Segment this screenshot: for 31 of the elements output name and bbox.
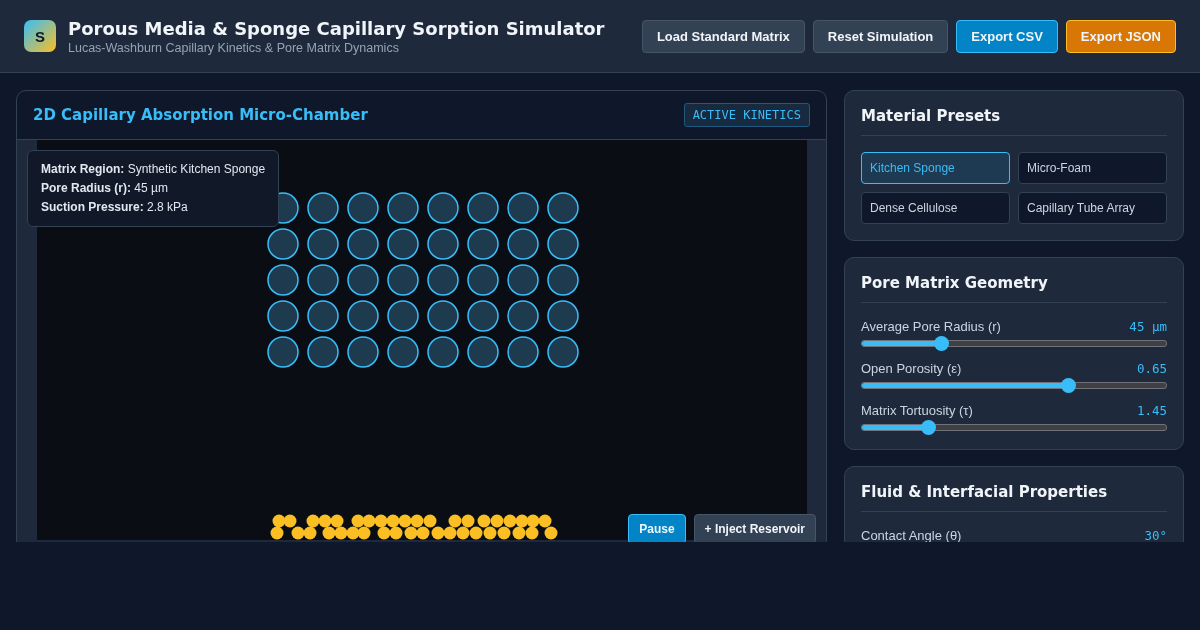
canvas-button[interactable]: + Inject Reservoir	[693, 514, 816, 542]
status-badge: ACTIVE KINETICS	[683, 103, 810, 127]
tooltip-line: Matrix Region: Synthetic Kitchen Sponge	[41, 161, 266, 178]
slider-label: Average Pore Radius (r)	[861, 319, 1001, 334]
card-title: Material Presets	[861, 107, 1167, 136]
preset-button[interactable]: Capillary Tube Array	[1018, 192, 1167, 224]
slider-value: 0.65	[1136, 361, 1167, 376]
app-subtitle: Lucas-Washburn Capillary Kinetics & Pore Matrix Dynamics	[68, 40, 400, 55]
header-button[interactable]: Export CSV	[956, 19, 1058, 53]
canvas-button[interactable]: Pause	[628, 514, 686, 542]
panel-title: 2D Capillary Absorption Micro-Chamber	[33, 106, 368, 124]
header-button[interactable]: Reset Simulation	[812, 19, 949, 53]
tooltip-line: Pore Radius (r): 45 µm	[41, 180, 169, 197]
slider-label: Contact Angle (θ)	[861, 528, 962, 542]
app-logo: S	[24, 20, 56, 52]
card-title: Pore Matrix Geometry	[861, 274, 1167, 303]
preset-button[interactable]: Kitchen Sponge	[861, 152, 1010, 184]
header-button[interactable]: Load Standard Matrix	[641, 19, 805, 53]
preset-button[interactable]: Dense Cellulose	[861, 192, 1010, 224]
app-title: Porous Media & Sponge Capillary Sorption Simulator	[68, 17, 605, 39]
tooltip-line: Suction Pressure: 2.8 kPa	[41, 199, 189, 216]
preset-button[interactable]: Micro-Foam	[1018, 152, 1167, 184]
slider-label: Matrix Tortuosity (τ)	[861, 403, 973, 418]
slider-thumb[interactable]	[1061, 378, 1077, 393]
slider-thumb[interactable]	[921, 420, 937, 435]
slider-value: 45 μm	[1129, 319, 1167, 334]
slider-thumb[interactable]	[933, 336, 949, 351]
slider-value: 30°	[1144, 528, 1167, 542]
slider-label: Open Porosity (ε)	[861, 361, 962, 376]
slider-value: 1.45	[1136, 403, 1167, 418]
card-title: Fluid & Interfacial Properties	[861, 483, 1167, 512]
